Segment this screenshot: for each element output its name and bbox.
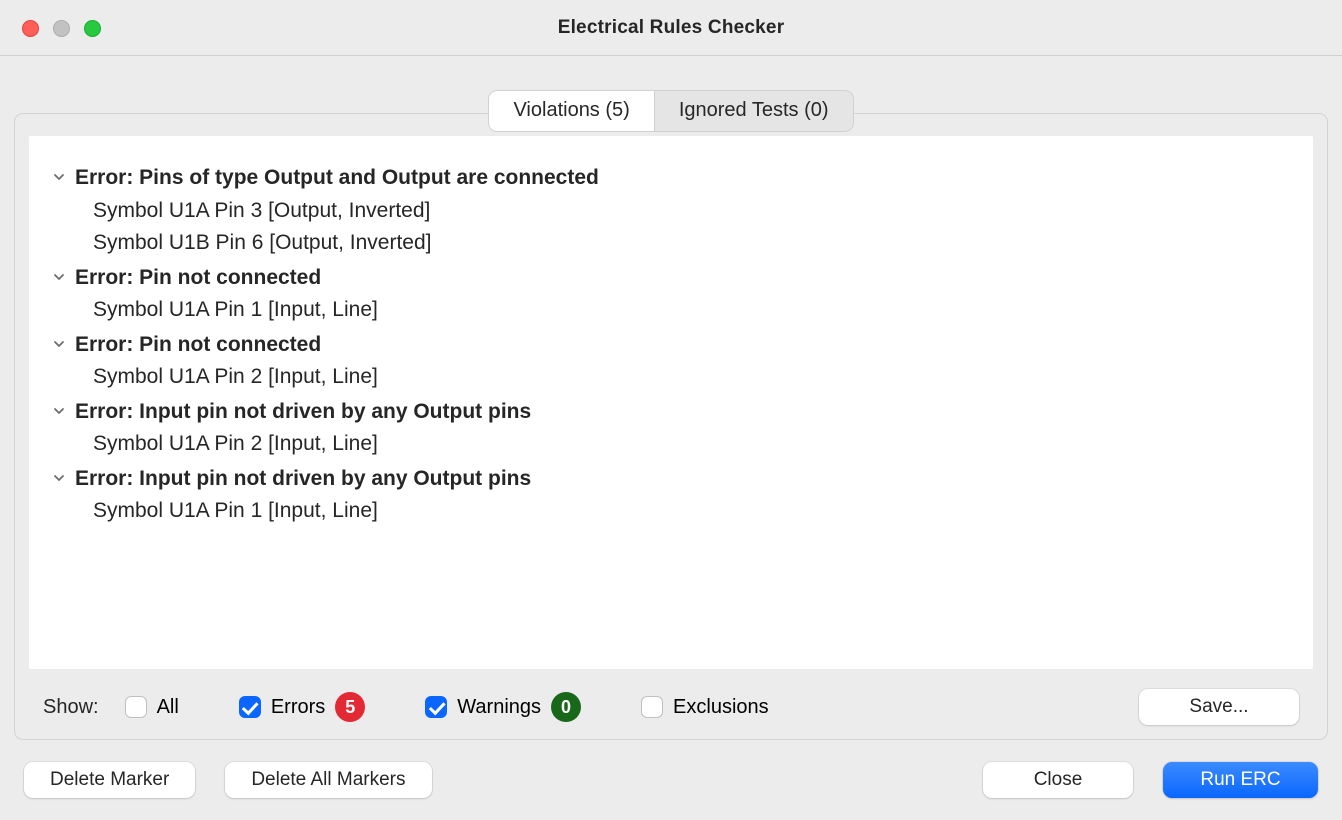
panel: Error: Pins of type Output and Output ar… [14, 113, 1328, 740]
violation-header[interactable]: Error: Pin not connected [53, 329, 1289, 362]
violation-item[interactable]: Error: Pin not connectedSymbol U1A Pin 1… [53, 262, 1289, 327]
violation-header[interactable]: Error: Pin not connected [53, 262, 1289, 295]
window-title: Electrical Rules Checker [0, 17, 1342, 39]
checkbox-warnings[interactable] [425, 696, 447, 718]
violation-header[interactable]: Error: Input pin not driven by any Outpu… [53, 396, 1289, 429]
violation-item[interactable]: Error: Pins of type Output and Output ar… [53, 162, 1289, 260]
checkbox-exclusions[interactable] [641, 696, 663, 718]
violation-item[interactable]: Error: Pin not connectedSymbol U1A Pin 2… [53, 329, 1289, 394]
tab-ignored-tests[interactable]: Ignored Tests (0) [655, 90, 854, 132]
close-icon[interactable] [22, 20, 39, 37]
violation-item[interactable]: Error: Input pin not driven by any Outpu… [53, 396, 1289, 461]
checkbox-all[interactable] [125, 696, 147, 718]
chevron-down-icon[interactable] [53, 161, 67, 194]
bottom-bar: Delete Marker Delete All Markers Close R… [24, 762, 1318, 798]
violations-list[interactable]: Error: Pins of type Output and Output ar… [29, 136, 1313, 669]
checkbox-exclusions-label: Exclusions [673, 696, 769, 719]
chevron-down-icon[interactable] [53, 328, 67, 361]
violation-item[interactable]: Error: Input pin not driven by any Outpu… [53, 463, 1289, 528]
delete-all-markers-button[interactable]: Delete All Markers [225, 762, 431, 798]
checkbox-errors-label: Errors [271, 696, 325, 719]
save-button[interactable]: Save... [1139, 689, 1299, 725]
violation-detail[interactable]: Symbol U1A Pin 3 [Output, Inverted] [53, 195, 1289, 228]
checkbox-errors[interactable] [239, 696, 261, 718]
delete-marker-button[interactable]: Delete Marker [24, 762, 195, 798]
violation-detail[interactable]: Symbol U1A Pin 2 [Input, Line] [53, 361, 1289, 394]
violation-title: Error: Pins of type Output and Output ar… [75, 162, 599, 195]
violation-title: Error: Input pin not driven by any Outpu… [75, 396, 531, 429]
checkbox-all-label: All [157, 696, 179, 719]
close-button[interactable]: Close [983, 762, 1133, 798]
filter-row: Show: All Errors 5 Warnings 0 Exclusions… [29, 669, 1313, 725]
window-controls [22, 20, 101, 37]
violation-title: Error: Input pin not driven by any Outpu… [75, 463, 531, 496]
zoom-icon[interactable] [84, 20, 101, 37]
violation-header[interactable]: Error: Input pin not driven by any Outpu… [53, 463, 1289, 496]
tab-violations[interactable]: Violations (5) [488, 90, 654, 132]
violation-title: Error: Pin not connected [75, 262, 321, 295]
errors-count-badge: 5 [335, 692, 365, 722]
minimize-icon[interactable] [53, 20, 70, 37]
violation-detail[interactable]: Symbol U1A Pin 1 [Input, Line] [53, 495, 1289, 528]
chevron-down-icon[interactable] [53, 462, 67, 495]
warnings-count-badge: 0 [551, 692, 581, 722]
violation-detail[interactable]: Symbol U1A Pin 2 [Input, Line] [53, 428, 1289, 461]
chevron-down-icon[interactable] [53, 395, 67, 428]
violation-header[interactable]: Error: Pins of type Output and Output ar… [53, 162, 1289, 195]
show-label: Show: [43, 696, 99, 719]
titlebar: Electrical Rules Checker [0, 0, 1342, 56]
violation-detail[interactable]: Symbol U1B Pin 6 [Output, Inverted] [53, 227, 1289, 260]
checkbox-warnings-label: Warnings [457, 696, 541, 719]
run-erc-button[interactable]: Run ERC [1163, 762, 1318, 798]
violation-detail[interactable]: Symbol U1A Pin 1 [Input, Line] [53, 294, 1289, 327]
tab-bar: Violations (5) Ignored Tests (0) [0, 56, 1342, 132]
violation-title: Error: Pin not connected [75, 329, 321, 362]
chevron-down-icon[interactable] [53, 261, 67, 294]
